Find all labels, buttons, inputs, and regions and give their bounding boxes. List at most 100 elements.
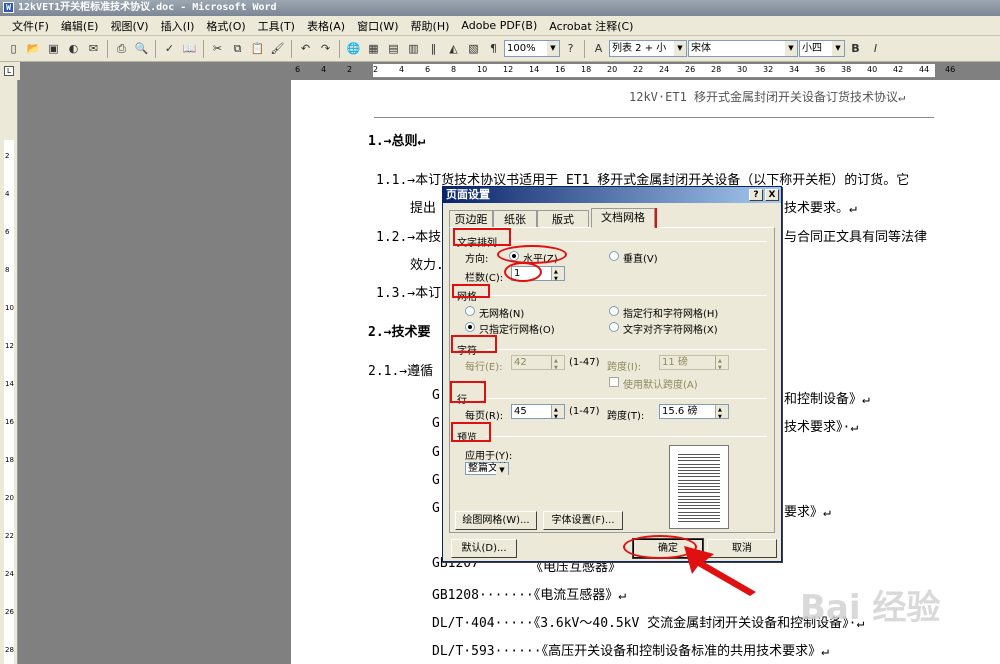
redo-icon[interactable]: ↷ bbox=[316, 39, 335, 58]
copy-icon[interactable]: ⧉ bbox=[228, 39, 247, 58]
style-select[interactable]: 列表 2 + 小 ▼ bbox=[609, 40, 687, 57]
show-hide-icon[interactable]: ¶ bbox=[484, 39, 503, 58]
zoom-select[interactable]: 100% ▼ bbox=[504, 40, 560, 57]
spinner-arrows-icon[interactable] bbox=[715, 355, 728, 375]
snap-char-grid-label[interactable]: 文字对齐字符网格(X) bbox=[623, 321, 718, 336]
vertical-radio[interactable] bbox=[609, 251, 619, 261]
open-icon[interactable]: 📂 bbox=[24, 39, 43, 58]
tab-paper[interactable]: 纸张 bbox=[493, 210, 537, 228]
italic-button[interactable]: I bbox=[866, 39, 885, 58]
standard-line-5[interactable]: G bbox=[432, 501, 440, 516]
char-pitch-spinner[interactable]: 11 磅 bbox=[659, 355, 729, 375]
tab-layout[interactable]: 版式 bbox=[537, 210, 589, 228]
print-icon[interactable]: ⎙ bbox=[112, 39, 131, 58]
standard-line-1-end[interactable]: 和控制设备》↵ bbox=[784, 388, 870, 407]
paragraph-1-2[interactable]: 1.2.→本技 bbox=[376, 226, 441, 245]
section-1-heading[interactable]: 1.→总则↵ bbox=[368, 130, 425, 149]
preview-line bbox=[678, 514, 720, 516]
line-char-grid-label[interactable]: 指定行和字符网格(H) bbox=[623, 305, 718, 320]
line-char-grid-radio[interactable] bbox=[609, 306, 619, 316]
menu-table[interactable]: 表格(A) bbox=[301, 18, 351, 34]
line-grid-only-radio[interactable] bbox=[465, 322, 475, 332]
preview-line bbox=[678, 492, 720, 494]
doc-map-icon[interactable]: ▧ bbox=[464, 39, 483, 58]
horizontal-ruler[interactable]: 6 4 2 2 4 6 8 10 12 14 16 18 20 22 24 26 28 30 32 34 36 38 40 4… bbox=[291, 64, 1000, 78]
default-button[interactable]: 默认(D)... bbox=[451, 539, 517, 558]
cut-icon[interactable]: ✂ bbox=[208, 39, 227, 58]
paste-icon[interactable]: 📋 bbox=[248, 39, 267, 58]
styles-icon[interactable]: A bbox=[589, 39, 608, 58]
print-preview-icon[interactable]: 🔍 bbox=[132, 39, 151, 58]
standard-line-1[interactable]: G bbox=[432, 388, 440, 403]
tab-margins[interactable]: 页边距 bbox=[449, 210, 493, 228]
use-default-pitch-checkbox[interactable] bbox=[609, 377, 619, 387]
tab-document-grid[interactable]: 文档网格 bbox=[591, 208, 655, 228]
spelling-icon[interactable]: ✓ bbox=[160, 39, 179, 58]
vertical-label[interactable]: 垂直(V) bbox=[623, 250, 658, 265]
paragraph-1-2-end[interactable]: 效力. bbox=[410, 254, 444, 273]
font-size-select[interactable]: 小四 ▼ bbox=[799, 40, 845, 57]
draw-grid-button[interactable]: 绘图网格(W)... bbox=[455, 511, 537, 530]
help-icon[interactable]: ? bbox=[561, 39, 580, 58]
save-icon[interactable]: ▣ bbox=[44, 39, 63, 58]
standard-line-7[interactable]: GB1208·······《电流互感器》↵ bbox=[432, 584, 626, 603]
paragraph-2-1[interactable]: 2.1.→遵循 bbox=[368, 360, 433, 379]
spinner-arrows-icon[interactable] bbox=[551, 266, 564, 286]
per-line-spinner[interactable]: 42 bbox=[511, 355, 565, 375]
spinner-arrows-icon[interactable] bbox=[551, 355, 564, 375]
menu-window[interactable]: 窗口(W) bbox=[351, 18, 404, 34]
standard-line-9[interactable]: DL/T·593······《高压开关设备和控制设备标准的共用技术要求》↵ bbox=[432, 640, 829, 659]
paragraph-1-3[interactable]: 1.3.→本订 bbox=[376, 282, 441, 301]
font-settings-button[interactable]: 字体设置(F)... bbox=[543, 511, 623, 530]
permission-icon[interactable]: ◐ bbox=[64, 39, 83, 58]
paragraph-1-1-end[interactable]: 技术要求。↵ bbox=[784, 197, 857, 216]
format-painter-icon[interactable]: 🖌 bbox=[268, 39, 287, 58]
paragraph-1-2-cont[interactable]: 与合同正文具有同等法律 bbox=[784, 226, 927, 245]
paragraph-1-1-cont[interactable]: 提出 bbox=[410, 197, 436, 216]
standard-line-2-end[interactable]: 技术要求》·↵ bbox=[784, 416, 858, 435]
standard-line-3[interactable]: G bbox=[432, 445, 440, 460]
standard-line-2[interactable]: G bbox=[432, 416, 440, 431]
menu-edit[interactable]: 编辑(E) bbox=[55, 18, 105, 34]
drawing-icon[interactable]: ◭ bbox=[444, 39, 463, 58]
menu-help[interactable]: 帮助(H) bbox=[405, 18, 456, 34]
standard-line-5-end[interactable]: 要求》↵ bbox=[784, 501, 831, 520]
apply-to-select[interactable]: 整篇文档 ▼ bbox=[465, 462, 509, 478]
vruler-number: 22 bbox=[5, 532, 14, 540]
menu-tools[interactable]: 工具(T) bbox=[252, 18, 301, 34]
standard-line-4[interactable]: G bbox=[432, 473, 440, 488]
menu-insert[interactable]: 插入(I) bbox=[155, 18, 201, 34]
insert-excel-icon[interactable]: ▥ bbox=[404, 39, 423, 58]
columns-icon[interactable]: ‖ bbox=[424, 39, 443, 58]
hyperlink-icon[interactable]: 🌐 bbox=[344, 39, 363, 58]
undo-icon[interactable]: ↶ bbox=[296, 39, 315, 58]
research-icon[interactable]: 📖 bbox=[180, 39, 199, 58]
spinner-arrows-icon[interactable] bbox=[551, 404, 564, 424]
line-pitch-spinner[interactable]: 15.6 磅 bbox=[659, 404, 729, 424]
bold-button[interactable]: B bbox=[846, 39, 865, 58]
vertical-ruler[interactable]: 2 4 6 8 10 12 14 16 18 20 22 24 26 28 bbox=[0, 80, 18, 664]
help-button[interactable]: ? bbox=[749, 189, 763, 201]
menu-file[interactable]: 文件(F) bbox=[6, 18, 55, 34]
email-icon[interactable]: ✉ bbox=[84, 39, 103, 58]
no-grid-label[interactable]: 无网格(N) bbox=[479, 305, 524, 320]
close-button[interactable]: X bbox=[765, 189, 779, 201]
menu-adobe-pdf[interactable]: Adobe PDF(B) bbox=[455, 19, 543, 32]
line-grid-only-label[interactable]: 只指定行网格(O) bbox=[479, 321, 555, 336]
no-grid-radio[interactable] bbox=[465, 306, 475, 316]
insert-table-icon[interactable]: ▤ bbox=[384, 39, 403, 58]
dialog-title-bar[interactable]: 页面设置 ? X bbox=[443, 187, 781, 203]
snap-char-grid-radio[interactable] bbox=[609, 322, 619, 332]
menu-format[interactable]: 格式(O) bbox=[200, 18, 251, 34]
annotation-box-grid bbox=[452, 284, 490, 298]
use-default-pitch-label[interactable]: 使用默认跨度(A) bbox=[623, 376, 698, 391]
menu-view[interactable]: 视图(V) bbox=[104, 18, 154, 34]
section-2-heading[interactable]: 2.→技术要 bbox=[368, 321, 430, 340]
menu-acrobat-comments[interactable]: Acrobat 注释(C) bbox=[543, 18, 639, 34]
tab-selector[interactable]: L bbox=[0, 62, 20, 80]
spinner-arrows-icon[interactable] bbox=[715, 404, 728, 424]
font-select[interactable]: 宋体 ▼ bbox=[688, 40, 798, 57]
tables-borders-icon[interactable]: ▦ bbox=[364, 39, 383, 58]
per-page-spinner[interactable]: 45 bbox=[511, 404, 565, 424]
new-icon[interactable]: ▯ bbox=[4, 39, 23, 58]
